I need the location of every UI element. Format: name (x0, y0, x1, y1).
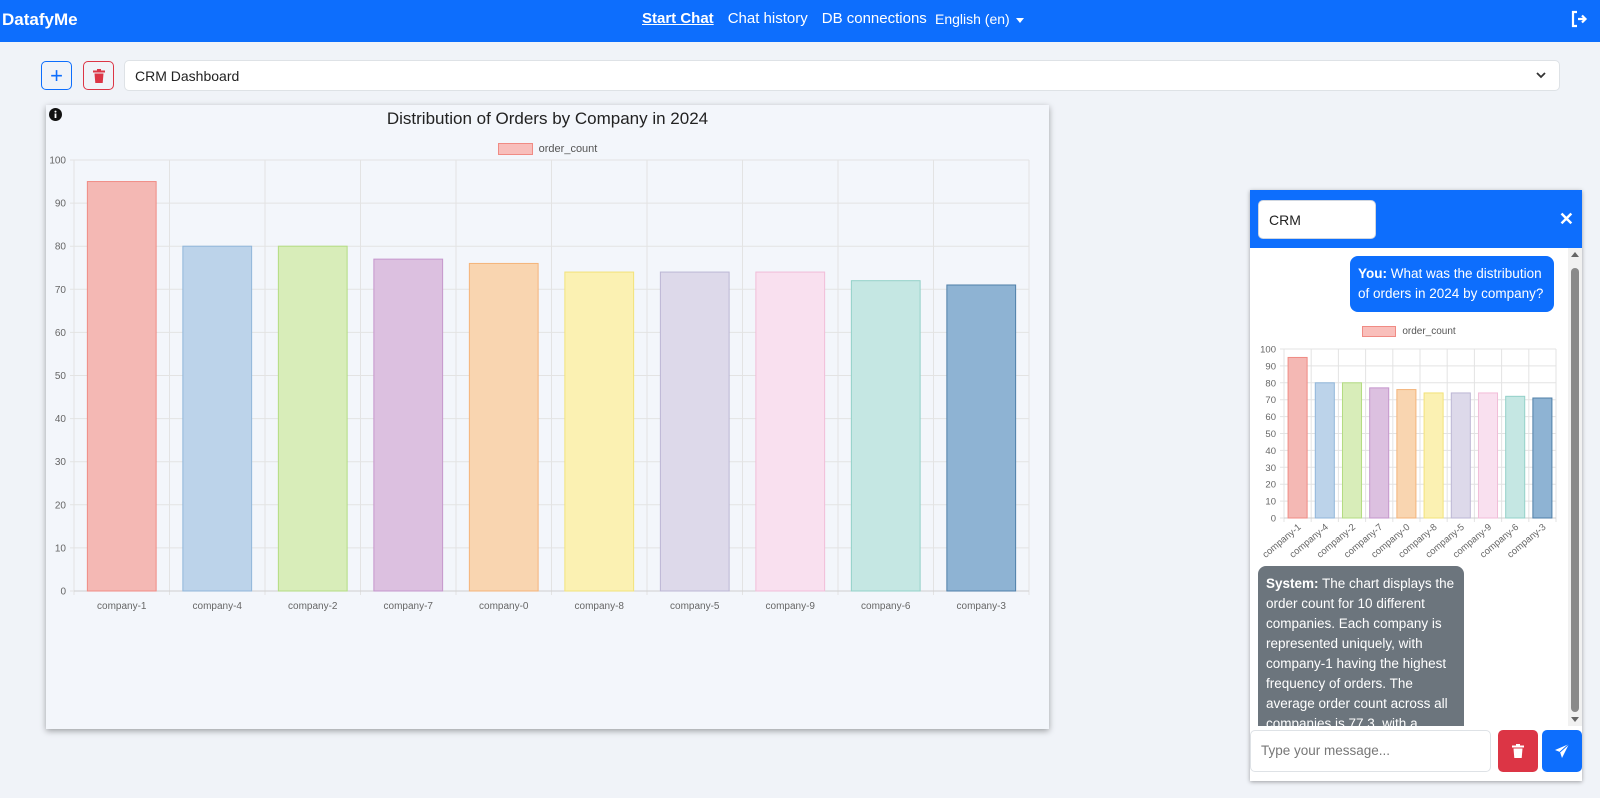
close-icon[interactable]: ✕ (1559, 209, 1574, 230)
y-tick-label: 20 (1265, 480, 1276, 491)
info-icon[interactable] (49, 108, 62, 126)
top-navbar: DatafyMe Start Chat Chat history DB conn… (0, 0, 1600, 42)
y-tick-label: 50 (1265, 429, 1276, 440)
y-tick-label: 0 (1271, 514, 1276, 525)
bar-company-7 (373, 258, 444, 592)
bar-company-7 (1369, 387, 1390, 519)
y-tick-label: 40 (1265, 446, 1276, 457)
x-tick-label: company-2 (288, 601, 338, 612)
bar-chart: 0 10 20 30 40 50 60 70 80 90 100 company-1 company-4… (49, 156, 1030, 612)
y-tick-label: 60 (55, 328, 67, 339)
trash-icon (92, 68, 105, 83)
y-tick-label: 80 (55, 242, 67, 253)
delete-dashboard-button[interactable] (83, 61, 114, 90)
y-tick-label: 70 (1265, 395, 1276, 406)
dashboard-select[interactable]: CRM Dashboard (124, 60, 1560, 91)
y-tick-label: 30 (1265, 463, 1276, 474)
add-dashboard-button[interactable]: + (41, 61, 72, 90)
x-tick-label: company-0 (479, 601, 529, 612)
user-message: You: What was the distribution of orders… (1350, 256, 1554, 312)
y-tick-label: 90 (1265, 361, 1276, 372)
send-icon (1555, 743, 1570, 758)
x-tick-label: company-9 (766, 601, 816, 612)
clear-chat-button[interactable] (1498, 730, 1538, 772)
nav-links: Start Chat Chat history DB connections (642, 10, 927, 27)
mini-legend-swatch (1362, 326, 1397, 337)
x-tick-label: company-7 (384, 601, 434, 612)
y-tick-label: 70 (55, 285, 67, 296)
language-dropdown[interactable]: English (en) (935, 11, 1024, 27)
nav-start-chat[interactable]: Start Chat (642, 10, 714, 27)
bar-company-8 (564, 271, 635, 592)
chat-messages: You: What was the distribution of orders… (1250, 248, 1568, 726)
bar-company-2 (1341, 382, 1363, 519)
x-tick-label: company-5 (670, 601, 720, 612)
y-tick-label: 30 (55, 457, 67, 468)
chat-panel: CRM ✕ You: What was the distribution of … (1250, 190, 1582, 781)
bar-company-8 (1423, 392, 1444, 519)
bar-company-3 (1532, 397, 1553, 519)
bar-company-6 (1505, 395, 1526, 519)
y-tick-label: 50 (55, 371, 67, 382)
language-label: English (en) (935, 11, 1010, 27)
chat-footer: Type your message... (1250, 726, 1582, 781)
nav-chat-history[interactable]: Chat history (728, 10, 808, 27)
scroll-thumb[interactable] (1571, 268, 1579, 712)
bar-company-1 (86, 181, 157, 592)
nav-db-connections[interactable]: DB connections (822, 10, 927, 27)
user-prefix: You: (1358, 266, 1387, 281)
x-tick-label: company-8 (575, 601, 625, 612)
bar-company-4 (182, 245, 253, 592)
x-tick-label: company-6 (861, 601, 911, 612)
y-tick-label: 40 (55, 414, 67, 425)
chat-header: CRM ✕ (1250, 190, 1582, 248)
y-tick-label: 0 (60, 587, 66, 598)
chevron-down-icon (1536, 72, 1546, 79)
mini-chart-legend[interactable]: order_count (1250, 326, 1568, 337)
brand-logo[interactable]: DatafyMe (2, 10, 78, 30)
bar-company-0 (468, 262, 539, 592)
y-tick-label: 80 (1265, 378, 1276, 389)
bar-company-5 (1450, 392, 1471, 519)
bar-company-4 (1314, 382, 1335, 519)
chart-card: Distribution of Orders by Company in 202… (46, 105, 1049, 729)
message-input[interactable]: Type your message... (1250, 730, 1491, 772)
y-tick-label: 100 (49, 156, 66, 167)
bar-company-9 (755, 271, 826, 592)
plus-icon: + (50, 62, 63, 88)
db-name-field[interactable]: CRM (1258, 200, 1376, 239)
y-tick-label: 60 (1265, 412, 1276, 423)
caret-down-icon (1015, 17, 1024, 23)
y-tick-label: 100 (1260, 345, 1276, 356)
y-tick-label: 20 (55, 500, 67, 511)
bar-company-2 (277, 245, 348, 592)
dashboard-select-value: CRM Dashboard (135, 68, 240, 84)
mini-legend-label: order_count (1402, 326, 1456, 337)
chat-scrollbar[interactable] (1568, 248, 1582, 726)
y-tick-label: 10 (1265, 497, 1276, 508)
send-button[interactable] (1542, 730, 1582, 772)
system-message: System: The chart displays the order cou… (1258, 566, 1464, 726)
mini-bar-chart: 0102030405060708090100company-1company-4… (1260, 345, 1557, 561)
y-tick-label: 10 (55, 543, 67, 554)
bar-company-9 (1477, 392, 1499, 519)
system-prefix: System: (1266, 576, 1319, 591)
bar-company-5 (659, 271, 730, 592)
x-tick-label: company-1 (97, 601, 147, 612)
x-tick-label: company-3 (957, 601, 1007, 612)
logout-icon[interactable] (1570, 10, 1588, 33)
x-tick-label: company-4 (193, 601, 243, 612)
bar-company-1 (1287, 356, 1308, 519)
bar-company-6 (850, 280, 921, 592)
bar-company-0 (1396, 389, 1417, 519)
trash-icon (1512, 744, 1524, 758)
bar-company-3 (946, 284, 1017, 592)
system-message-text: The chart displays the order count for 1… (1266, 576, 1455, 726)
scroll-up-arrow[interactable] (1571, 252, 1579, 257)
y-tick-label: 90 (55, 199, 67, 210)
scroll-down-arrow[interactable] (1571, 717, 1579, 722)
